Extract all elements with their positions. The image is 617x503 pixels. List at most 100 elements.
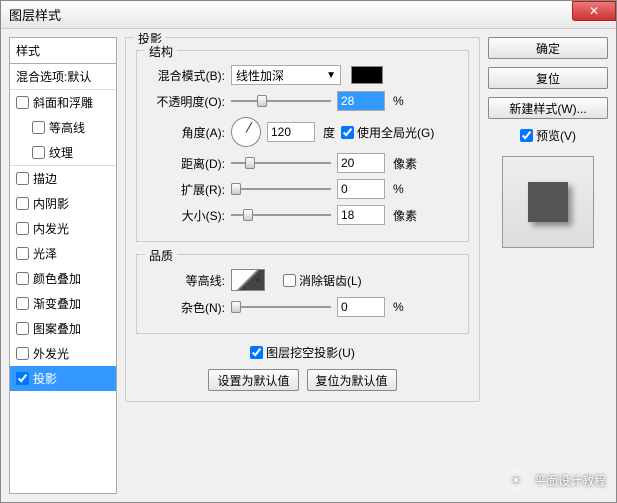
style-item[interactable]: 等高线: [10, 115, 116, 140]
style-item-label: 等高线: [49, 119, 85, 136]
knockout-label: 图层挖空投影(U): [266, 344, 355, 361]
knockout-input[interactable]: [250, 346, 263, 359]
chevron-down-icon: ▼: [253, 275, 262, 285]
window-title: 图层样式: [9, 5, 61, 24]
styles-list: 混合选项:默认 斜面和浮雕等高线纹理描边内阴影内发光光泽颜色叠加渐变叠加图案叠加…: [9, 64, 117, 494]
quality-group: 品质 等高线: ▼ 消除锯齿(L) 杂色(N): %: [136, 254, 469, 334]
style-item-checkbox[interactable]: [16, 372, 29, 385]
spread-label: 扩展(R):: [147, 181, 225, 198]
style-item[interactable]: 内阴影: [10, 191, 116, 216]
reset-default-button[interactable]: 复位为默认值: [307, 369, 397, 391]
style-item-label: 投影: [33, 370, 57, 387]
style-item-label: 图案叠加: [33, 320, 81, 337]
style-item-label: 光泽: [33, 245, 57, 262]
blend-mode-value: 线性加深: [236, 67, 284, 84]
global-light-checkbox[interactable]: 使用全局光(G): [341, 124, 434, 141]
style-item[interactable]: 内发光: [10, 216, 116, 241]
style-item[interactable]: 投影: [10, 366, 116, 391]
noise-unit: %: [393, 300, 404, 314]
opacity-slider[interactable]: [231, 94, 331, 108]
styles-header: 样式: [9, 37, 117, 64]
action-panel: 确定 复位 新建样式(W)... 预览(V): [488, 37, 608, 494]
style-item-label: 外发光: [33, 345, 69, 362]
preview-label: 预览(V): [536, 127, 576, 144]
anti-alias-checkbox[interactable]: 消除锯齿(L): [283, 272, 362, 289]
size-input[interactable]: [337, 205, 385, 225]
style-item[interactable]: 光泽: [10, 241, 116, 266]
blend-options-label: 混合选项:默认: [16, 68, 91, 85]
style-item[interactable]: 图案叠加: [10, 316, 116, 341]
preview-box: [502, 156, 594, 248]
noise-input[interactable]: [337, 297, 385, 317]
style-item-checkbox[interactable]: [16, 297, 29, 310]
style-item-checkbox[interactable]: [32, 146, 45, 159]
settings-panel: 投影 结构 混合模式(B): 线性加深 ▼ 不透明度(O):: [125, 37, 480, 494]
blend-options-item[interactable]: 混合选项:默认: [10, 64, 116, 89]
dialog-content: 样式 混合选项:默认 斜面和浮雕等高线纹理描边内阴影内发光光泽颜色叠加渐变叠加图…: [1, 29, 616, 502]
style-item[interactable]: 外发光: [10, 341, 116, 366]
style-item-label: 渐变叠加: [33, 295, 81, 312]
angle-unit: 度: [323, 124, 335, 141]
angle-dial[interactable]: [231, 117, 261, 147]
spread-input[interactable]: [337, 179, 385, 199]
angle-input[interactable]: [267, 122, 315, 142]
spread-unit: %: [393, 182, 404, 196]
close-button[interactable]: ✕: [572, 1, 616, 21]
set-default-button[interactable]: 设置为默认值: [208, 369, 298, 391]
global-light-input[interactable]: [341, 126, 354, 139]
contour-picker[interactable]: ▼: [231, 269, 265, 291]
size-label: 大小(S):: [147, 207, 225, 224]
style-item-checkbox[interactable]: [16, 272, 29, 285]
titlebar: 图层样式 ✕: [1, 1, 616, 29]
styles-panel: 样式 混合选项:默认 斜面和浮雕等高线纹理描边内阴影内发光光泽颜色叠加渐变叠加图…: [9, 37, 117, 494]
ok-button[interactable]: 确定: [488, 37, 608, 59]
style-item[interactable]: 纹理: [10, 140, 116, 165]
style-item-label: 描边: [33, 170, 57, 187]
style-item[interactable]: 渐变叠加: [10, 291, 116, 316]
contour-label: 等高线:: [147, 272, 225, 289]
style-item-label: 斜面和浮雕: [33, 94, 93, 111]
blend-mode-select[interactable]: 线性加深 ▼: [231, 65, 341, 85]
layer-style-dialog: 图层样式 ✕ 样式 混合选项:默认 斜面和浮雕等高线纹理描边内阴影内发光光泽颜色…: [0, 0, 617, 503]
style-item-label: 内发光: [33, 220, 69, 237]
structure-group: 结构 混合模式(B): 线性加深 ▼ 不透明度(O): %: [136, 50, 469, 242]
new-style-button[interactable]: 新建样式(W)...: [488, 97, 608, 119]
cancel-button[interactable]: 复位: [488, 67, 608, 89]
anti-alias-input[interactable]: [283, 274, 296, 287]
style-item-checkbox[interactable]: [16, 172, 29, 185]
knockout-checkbox[interactable]: 图层挖空投影(U): [250, 344, 355, 361]
structure-title: 结构: [145, 43, 177, 60]
style-item-checkbox[interactable]: [16, 347, 29, 360]
style-item-checkbox[interactable]: [16, 222, 29, 235]
distance-label: 距离(D):: [147, 155, 225, 172]
style-item-checkbox[interactable]: [16, 322, 29, 335]
style-item[interactable]: 颜色叠加: [10, 266, 116, 291]
style-item-label: 颜色叠加: [33, 270, 81, 287]
style-item[interactable]: 描边: [10, 166, 116, 191]
spread-slider[interactable]: [231, 182, 331, 196]
close-icon: ✕: [589, 4, 599, 18]
blend-mode-label: 混合模式(B):: [147, 67, 225, 84]
style-item[interactable]: 斜面和浮雕: [10, 90, 116, 115]
chevron-down-icon: ▼: [326, 70, 336, 81]
preview-input[interactable]: [520, 129, 533, 142]
opacity-input[interactable]: [337, 91, 385, 111]
style-item-label: 纹理: [49, 144, 73, 161]
preview-checkbox[interactable]: 预览(V): [488, 127, 608, 144]
noise-label: 杂色(N):: [147, 299, 225, 316]
distance-slider[interactable]: [231, 156, 331, 170]
drop-shadow-group: 投影 结构 混合模式(B): 线性加深 ▼ 不透明度(O):: [125, 37, 480, 402]
noise-slider[interactable]: [231, 300, 331, 314]
size-slider[interactable]: [231, 208, 331, 222]
style-item-checkbox[interactable]: [16, 247, 29, 260]
style-item-checkbox[interactable]: [32, 121, 45, 134]
angle-label: 角度(A):: [147, 124, 225, 141]
style-item-label: 内阴影: [33, 195, 69, 212]
opacity-label: 不透明度(O):: [147, 93, 225, 110]
style-item-checkbox[interactable]: [16, 96, 29, 109]
distance-input[interactable]: [337, 153, 385, 173]
quality-title: 品质: [145, 247, 177, 264]
style-item-checkbox[interactable]: [16, 197, 29, 210]
anti-alias-label: 消除锯齿(L): [299, 272, 362, 289]
shadow-color-swatch[interactable]: [351, 66, 383, 84]
